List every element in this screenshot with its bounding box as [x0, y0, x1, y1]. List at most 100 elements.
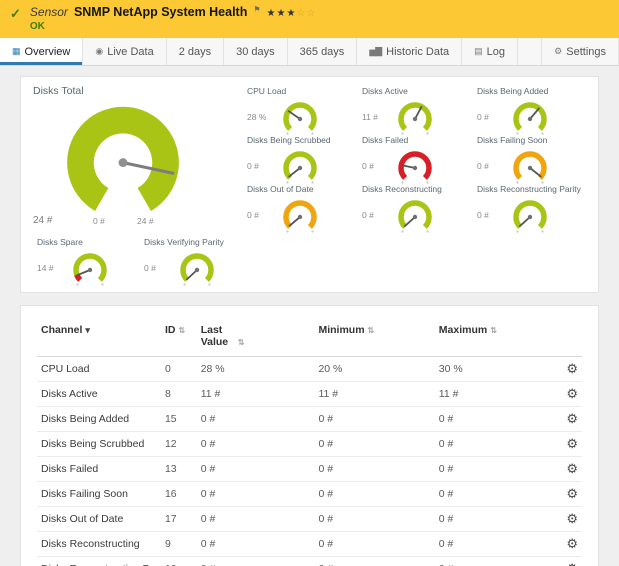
table-row: Disks Being Added 15 0 # 0 # 0 # ⚙ — [37, 407, 582, 432]
cell-channel: Disks Reconstructing P... — [37, 557, 161, 566]
cell-channel: Disks Being Added — [37, 407, 161, 432]
cell-last-value: 0 # — [197, 507, 315, 532]
gauge-value: 0 # — [247, 161, 273, 171]
cell-id: 0 — [161, 357, 197, 382]
gauge-scale-marks — [76, 283, 103, 285]
gauge-scale-marks — [286, 230, 313, 232]
tab-live-data[interactable]: ◉ Live Data — [83, 38, 166, 65]
column-header-id[interactable]: ID⇅ — [161, 314, 197, 357]
cell-maximum: 0 # — [435, 532, 549, 557]
cell-maximum: 0 # — [435, 507, 549, 532]
tab-30-days[interactable]: 30 days — [224, 38, 288, 65]
gauge-disks-spare: Disks Spare 14 # — [33, 237, 140, 289]
live-data-icon: ◉ — [95, 46, 102, 57]
gauge-value: 0 # — [247, 210, 273, 220]
gauge-disks-verifying-parity: Disks Verifying Parity 0 # — [140, 237, 247, 289]
table-row: Disks Reconstructing P... 10 0 # 0 # 0 #… — [37, 557, 582, 566]
gauge-dial — [392, 145, 438, 184]
column-header-maximum[interactable]: Maximum⇅ — [435, 314, 549, 357]
cell-channel: Disks Being Scrubbed — [37, 432, 161, 457]
cell-last-value: 0 # — [197, 432, 315, 457]
overview-icon: ▦ — [12, 46, 20, 57]
channel-settings-gear-icon[interactable]: ⚙ — [566, 511, 578, 526]
table-row: Disks Being Scrubbed 12 0 # 0 # 0 # ⚙ — [37, 432, 582, 457]
settings-gear-icon: ⚙ — [554, 46, 561, 57]
gauge-label: Disks Out of Date — [247, 184, 358, 194]
cell-maximum: 0 # — [435, 557, 549, 566]
tab-bar: ▦ Overview ◉ Live Data 2 days 30 days 36… — [0, 38, 619, 66]
cell-maximum: 0 # — [435, 482, 549, 507]
channel-settings-gear-icon[interactable]: ⚙ — [566, 386, 578, 401]
priority-stars-empty: ☆☆ — [296, 8, 316, 19]
cell-channel: Disks Out of Date — [37, 507, 161, 532]
gauge-value: 14 # — [37, 263, 63, 273]
gauge-label: Disks Failing Soon — [477, 135, 588, 145]
channel-settings-gear-icon[interactable]: ⚙ — [566, 436, 578, 451]
table-row: Disks Active 8 11 # 11 # 11 # ⚙ — [37, 382, 582, 407]
gauge-dial — [392, 96, 438, 135]
tab-2-days[interactable]: 2 days — [167, 38, 224, 65]
cell-minimum: 0 # — [314, 557, 434, 566]
gauge-dial — [507, 145, 553, 184]
main-gauge-dial — [43, 97, 203, 230]
sensor-header-text: Sensor SNMP NetApp System Health ⚑ ★★★☆☆… — [30, 5, 316, 32]
channel-settings-gear-icon[interactable]: ⚙ — [566, 561, 578, 566]
cell-minimum: 0 # — [314, 457, 434, 482]
channel-settings-gear-icon[interactable]: ⚙ — [566, 411, 578, 426]
cell-minimum: 0 # — [314, 532, 434, 557]
priority-stars[interactable]: ★★★☆☆ — [267, 8, 317, 19]
column-header-last-value[interactable]: Last Value⇅ — [197, 314, 315, 357]
cell-last-value: 0 # — [197, 557, 315, 566]
tab-historic-data[interactable]: ▅▇ Historic Data — [357, 38, 462, 65]
cell-id: 8 — [161, 382, 197, 407]
cell-minimum: 0 # — [314, 507, 434, 532]
gauge-label: Disks Active — [362, 86, 473, 96]
tab-365-days[interactable]: 365 days — [288, 38, 358, 65]
channel-settings-gear-icon[interactable]: ⚙ — [566, 536, 578, 551]
sort-icon: ⇅ — [368, 326, 375, 335]
cell-minimum: 0 # — [314, 407, 434, 432]
channels-table-panel: Channel▾ ID⇅ Last Value⇅ Minimum⇅ Maximu… — [20, 305, 599, 566]
column-header-actions — [548, 314, 582, 357]
flag-icon: ⚑ — [253, 5, 260, 14]
gauge-disks-failed: Disks Failed 0 # — [358, 135, 473, 184]
gauge-value: 28 % — [247, 112, 273, 122]
gauge-dial — [67, 247, 113, 289]
priority-stars-filled: ★★★ — [267, 8, 297, 19]
cell-channel: Disks Failing Soon — [37, 482, 161, 507]
cell-id: 13 — [161, 457, 197, 482]
ok-check-icon: ✓ — [10, 6, 21, 22]
cell-channel: Disks Reconstructing — [37, 532, 161, 557]
sort-icon: ⇅ — [490, 326, 497, 335]
gauge-dial — [174, 247, 220, 289]
page-content: Disks Total 24 # 0 # 24 # CPU Load 28 % — [0, 66, 619, 566]
tab-overview[interactable]: ▦ Overview — [0, 38, 83, 65]
table-row: CPU Load 0 28 % 20 % 30 % ⚙ — [37, 357, 582, 382]
gauge-label: Disks Failed — [362, 135, 473, 145]
main-gauge-scale-min: 0 # — [93, 216, 105, 226]
gauge-disks-out-of-date: Disks Out of Date 0 # — [243, 184, 358, 233]
cell-id: 10 — [161, 557, 197, 566]
tab-settings[interactable]: ⚙ Settings — [541, 38, 619, 65]
cell-minimum: 0 # — [314, 432, 434, 457]
sort-icon: ⇅ — [178, 326, 185, 335]
small-gauges-extra-row: Disks Spare 14 # Disks Verifying Parity — [31, 237, 588, 289]
column-header-minimum[interactable]: Minimum⇅ — [314, 314, 434, 357]
log-icon: ▤ — [474, 46, 482, 57]
channel-settings-gear-icon[interactable]: ⚙ — [566, 361, 578, 376]
cell-id: 16 — [161, 482, 197, 507]
table-header-row: Channel▾ ID⇅ Last Value⇅ Minimum⇅ Maximu… — [37, 314, 582, 357]
cell-minimum: 0 # — [314, 482, 434, 507]
gauge-dial — [392, 194, 438, 233]
cell-last-value: 0 # — [197, 457, 315, 482]
tab-log[interactable]: ▤ Log — [462, 38, 518, 65]
object-kind-label: Sensor — [30, 5, 68, 19]
column-header-channel[interactable]: Channel▾ — [37, 314, 161, 357]
channel-settings-gear-icon[interactable]: ⚙ — [566, 461, 578, 476]
sensor-status-bar: ✓ Sensor SNMP NetApp System Health ⚑ ★★★… — [0, 0, 619, 38]
channel-settings-gear-icon[interactable]: ⚙ — [566, 486, 578, 501]
cell-minimum: 11 # — [314, 382, 434, 407]
gauge-label: Disks Being Scrubbed — [247, 135, 358, 145]
cell-last-value: 28 % — [197, 357, 315, 382]
cell-id: 9 — [161, 532, 197, 557]
